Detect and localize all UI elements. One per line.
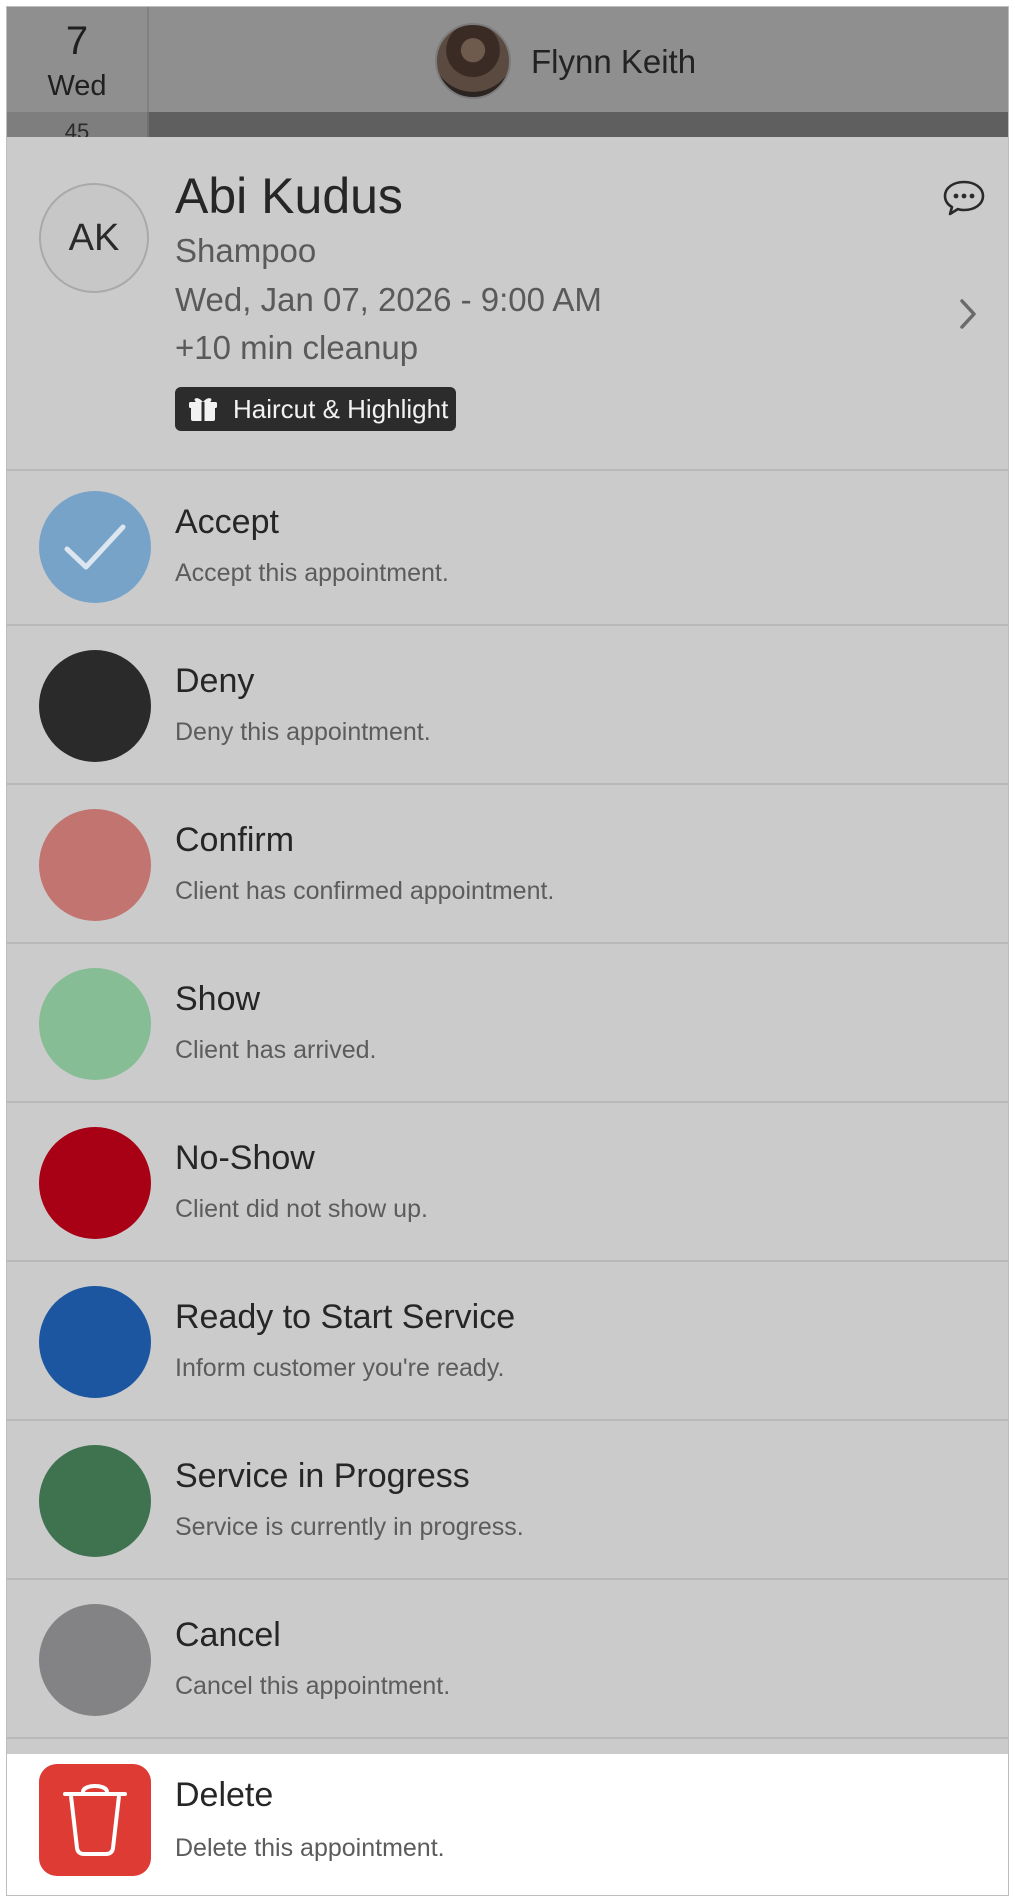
appointment-datetime: Wed, Jan 07, 2026 - 9:00 AM [175, 281, 602, 318]
trash-icon [63, 1784, 127, 1856]
gift-icon [189, 398, 217, 421]
chevron-right-icon[interactable] [957, 297, 979, 331]
action-deny[interactable]: Deny Deny this appointment. [7, 628, 1008, 785]
appointment-summary[interactable]: AK Abi Kudus Shampoo Wed, Jan 07, 2026 -… [7, 137, 1008, 471]
action-title: Confirm [175, 821, 295, 859]
status-color-dot [39, 809, 151, 921]
action-title: Service in Progress [175, 1457, 470, 1495]
action-sheet: AK Abi Kudus Shampoo Wed, Jan 07, 2026 -… [7, 137, 1008, 1895]
status-color-dot [39, 1286, 151, 1398]
day-cell[interactable]: 7 Wed [7, 7, 149, 112]
cleanup-time: +10 min cleanup [175, 329, 419, 366]
action-accept[interactable]: Accept Accept this appointment. [7, 469, 1008, 626]
action-description: Service is currently in progress. [175, 1513, 524, 1541]
action-title: Accept [175, 503, 279, 541]
calendar-header: 7 Wed Flynn Keith [7, 7, 1008, 112]
action-ready-to-start-service[interactable]: Ready to Start Service Inform customer y… [7, 1264, 1008, 1421]
action-description: Inform customer you're ready. [175, 1354, 505, 1382]
status-color-dot [39, 1127, 151, 1239]
action-title: Ready to Start Service [175, 1298, 516, 1336]
action-title: No-Show [175, 1139, 315, 1177]
action-service-in-progress[interactable]: Service in Progress Service is currently… [7, 1423, 1008, 1580]
action-show[interactable]: Show Client has arrived. [7, 946, 1008, 1103]
staff-name: Flynn Keith [531, 43, 697, 80]
action-title: Delete [175, 1776, 274, 1814]
status-color-dot [39, 491, 151, 603]
client-name: Abi Kudus [175, 168, 403, 224]
service-name: Shampoo [175, 232, 317, 269]
day-number: 7 [65, 19, 89, 63]
action-description: Cancel this appointment. [175, 1672, 451, 1700]
screen: 7 Wed Flynn Keith 45 AK Abi Kudus Shampo… [7, 7, 1008, 1895]
checkmark-icon [64, 524, 126, 570]
trash-icon-tile [39, 1764, 151, 1876]
package-tag-label: Haircut & Highlight [233, 394, 449, 424]
client-initials-avatar: AK [39, 183, 149, 293]
action-description: Deny this appointment. [175, 718, 431, 746]
action-description: Delete this appointment. [175, 1834, 445, 1862]
action-description: Client has confirmed appointment. [175, 877, 555, 905]
staff-avatar [435, 23, 511, 99]
package-tag: Haircut & Highlight [175, 387, 457, 431]
status-color-dot [39, 968, 151, 1080]
message-icon[interactable] [942, 179, 986, 217]
action-confirm[interactable]: Confirm Client has confirmed appointment… [7, 787, 1008, 944]
action-description: Accept this appointment. [175, 559, 449, 587]
action-cancel[interactable]: Cancel Cancel this appointment. [7, 1582, 1008, 1739]
status-color-dot [39, 650, 151, 762]
action-no-show[interactable]: No-Show Client did not show up. [7, 1105, 1008, 1262]
status-color-dot [39, 1445, 151, 1557]
action-title: Show [175, 980, 261, 1018]
action-description: Client did not show up. [175, 1195, 428, 1223]
action-title: Cancel [175, 1616, 281, 1654]
day-name: Wed [47, 70, 107, 102]
action-description: Client has arrived. [175, 1036, 377, 1064]
action-delete[interactable]: Delete Delete this appointment. [7, 1754, 1008, 1895]
status-color-dot [39, 1604, 151, 1716]
action-title: Deny [175, 662, 255, 700]
